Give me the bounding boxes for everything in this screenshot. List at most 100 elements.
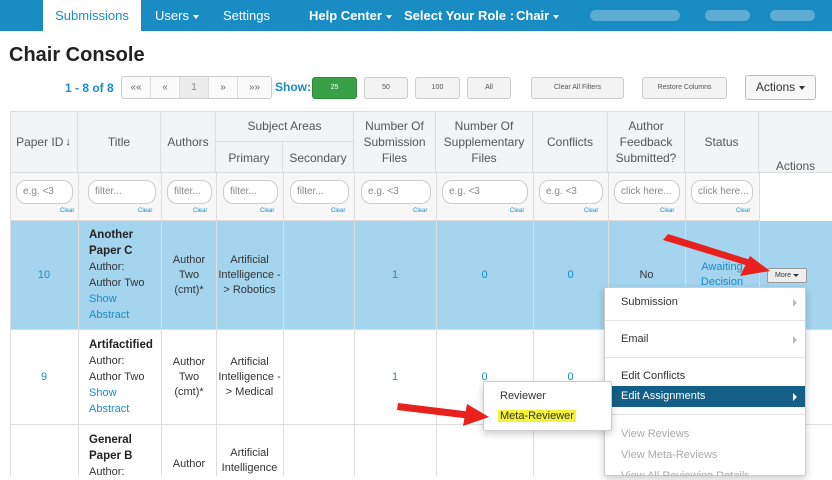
col-subject-areas: Subject Areas xyxy=(216,111,354,142)
submenu-reviewer[interactable]: Reviewer xyxy=(500,390,546,402)
clear-conflicts-filter[interactable]: Clear xyxy=(584,208,598,214)
paper-title-cell: Artifactified Author: Author Two Show Ab… xyxy=(89,337,159,417)
pager-next-button[interactable]: » xyxy=(209,77,238,98)
clear-status-filter[interactable]: Clear xyxy=(736,208,750,214)
caret-down-icon xyxy=(792,273,799,277)
menu-submission[interactable]: Submission xyxy=(605,296,805,308)
paper-title-cell: Another Paper C Author: Author Two Show … xyxy=(89,227,159,323)
redacted-user-name xyxy=(590,10,680,21)
col-status[interactable]: Status xyxy=(685,111,759,173)
filter-num-supplementary[interactable]: e.g. <3 xyxy=(442,180,528,204)
col-author-feedback[interactable]: Author Feedback Submitted? xyxy=(608,111,685,173)
filter-conflicts[interactable]: e.g. <3 xyxy=(539,180,603,204)
column-divider xyxy=(216,173,217,476)
caret-down-icon xyxy=(553,14,560,19)
pager-prev-button[interactable]: « xyxy=(151,77,180,98)
column-divider xyxy=(283,173,284,476)
col-number-of-supplementary-files[interactable]: Number Of Supplementary Files xyxy=(436,111,533,173)
page-title: Chair Console xyxy=(9,44,145,66)
show-abstract-link[interactable]: Show Abstract xyxy=(89,387,129,415)
status-link[interactable]: Awaiting Decision xyxy=(695,260,749,290)
clear-title-filter[interactable]: Clear xyxy=(138,208,152,214)
column-divider xyxy=(78,173,79,476)
clear-secondary-filter[interactable]: Clear xyxy=(331,208,345,214)
submission-files-link[interactable]: 1 xyxy=(354,330,436,425)
filter-author-feedback[interactable]: click here... xyxy=(614,180,680,204)
submenu-meta-reviewer[interactable]: Meta-Reviewer xyxy=(498,410,576,422)
nav-role-dropdown[interactable]: Chair xyxy=(516,0,560,31)
menu-edit-assignments[interactable]: Edit Assignments xyxy=(605,386,805,407)
conflicts-link[interactable]: 0 xyxy=(533,221,608,330)
more-label: More xyxy=(775,272,791,279)
paper-id-link[interactable]: 10 xyxy=(10,221,78,330)
col-number-of-submission-files[interactable]: Number Of Submission Files xyxy=(354,111,436,173)
pager-first-button[interactable]: «« xyxy=(122,77,151,98)
menu-email[interactable]: Email xyxy=(605,333,805,345)
col-secondary[interactable]: Secondary xyxy=(283,142,354,173)
nav-users[interactable]: Users xyxy=(155,0,199,31)
actions-label: Actions xyxy=(755,80,796,94)
nav-submissions[interactable]: Submissions xyxy=(43,0,141,31)
col-primary[interactable]: Primary xyxy=(216,142,283,173)
paper-author-line: Author: xyxy=(89,466,125,478)
menu-view-meta-reviews[interactable]: View Meta-Reviews xyxy=(605,449,805,461)
filter-status[interactable]: click here... xyxy=(691,180,753,204)
menu-submission-label: Submission xyxy=(621,296,678,308)
pager-last-button[interactable]: »» xyxy=(238,77,271,98)
show-all-button[interactable]: All xyxy=(467,77,511,99)
filter-num-submission[interactable]: e.g. <3 xyxy=(361,180,431,204)
filter-paper-id[interactable]: e.g. <3 xyxy=(16,180,73,204)
clear-num-submission-filter[interactable]: Clear xyxy=(413,208,427,214)
primary-subject-cell: Artificial Intelligence -> Medical xyxy=(218,356,281,398)
clear-primary-filter[interactable]: Clear xyxy=(260,208,274,214)
col-actions: Actions xyxy=(775,159,816,173)
edit-assignments-submenu: Reviewer Meta-Reviewer xyxy=(483,381,612,431)
supplementary-files-link[interactable]: 0 xyxy=(436,221,533,330)
show-50-button[interactable]: 50 xyxy=(364,77,408,99)
authors-cell: Author Two (cmt)* xyxy=(172,254,206,296)
more-dropdown-menu: Submission Email Edit Conflicts Edit Ass… xyxy=(604,287,806,476)
nav-help-center[interactable]: Help Center xyxy=(309,0,392,31)
show-abstract-link[interactable]: Show Abstract xyxy=(89,293,129,321)
show-100-button[interactable]: 100 xyxy=(415,77,460,99)
more-button[interactable]: More xyxy=(767,268,807,283)
nav-select-role-label: Select Your Role : xyxy=(404,8,515,23)
menu-divider xyxy=(605,414,805,415)
filter-primary[interactable]: filter... xyxy=(223,180,278,204)
clear-paper-id-filter[interactable]: Clear xyxy=(60,208,74,214)
meta-reviewer-highlight: Meta-Reviewer xyxy=(498,410,576,422)
col-paper-id[interactable]: Paper ID ↓ xyxy=(10,111,78,173)
menu-view-reviews[interactable]: View Reviews xyxy=(605,428,805,440)
column-divider xyxy=(161,173,162,476)
paper-title: General Paper B xyxy=(89,434,133,462)
col-conflicts[interactable]: Conflicts xyxy=(533,111,608,173)
col-title[interactable]: Title xyxy=(78,111,161,173)
clear-num-supplementary-filter[interactable]: Clear xyxy=(510,208,524,214)
paper-title: Another Paper C xyxy=(89,229,134,257)
filter-authors[interactable]: filter... xyxy=(167,180,212,204)
paper-title: Artifactified xyxy=(89,339,153,351)
pager-count: 1 - 8 of 8 xyxy=(65,81,114,95)
show-25-button[interactable]: 25 xyxy=(312,77,357,99)
clear-authors-filter[interactable]: Clear xyxy=(193,208,207,214)
arrow-down-icon: ↓ xyxy=(65,136,71,148)
actions-button[interactable]: Actions xyxy=(745,75,816,100)
menu-edit-conflicts[interactable]: Edit Conflicts xyxy=(605,370,805,382)
menu-email-label: Email xyxy=(621,333,649,345)
nav-settings[interactable]: Settings xyxy=(223,0,270,31)
restore-columns-button[interactable]: Restore Columns xyxy=(642,77,727,99)
caret-down-icon xyxy=(385,14,392,19)
submission-files-link[interactable]: 1 xyxy=(354,221,436,330)
col-authors[interactable]: Authors xyxy=(161,111,216,173)
paper-id-link[interactable]: 9 xyxy=(10,330,78,425)
filter-secondary[interactable]: filter... xyxy=(290,180,349,204)
clear-all-filters-button[interactable]: Clear All Filters xyxy=(531,77,624,99)
pager-page-button[interactable]: 1 xyxy=(180,77,209,98)
authors-cell: Author Two (cmt)* xyxy=(172,356,206,398)
chevron-right-icon xyxy=(793,393,797,401)
menu-view-all-reviewing[interactable]: View All Reviewing Details xyxy=(605,470,805,476)
filter-title[interactable]: filter... xyxy=(88,180,156,204)
nav-users-label: Users xyxy=(155,8,189,23)
clear-author-feedback-filter[interactable]: Clear xyxy=(660,208,674,214)
nav-help-center-label: Help Center xyxy=(309,8,382,23)
